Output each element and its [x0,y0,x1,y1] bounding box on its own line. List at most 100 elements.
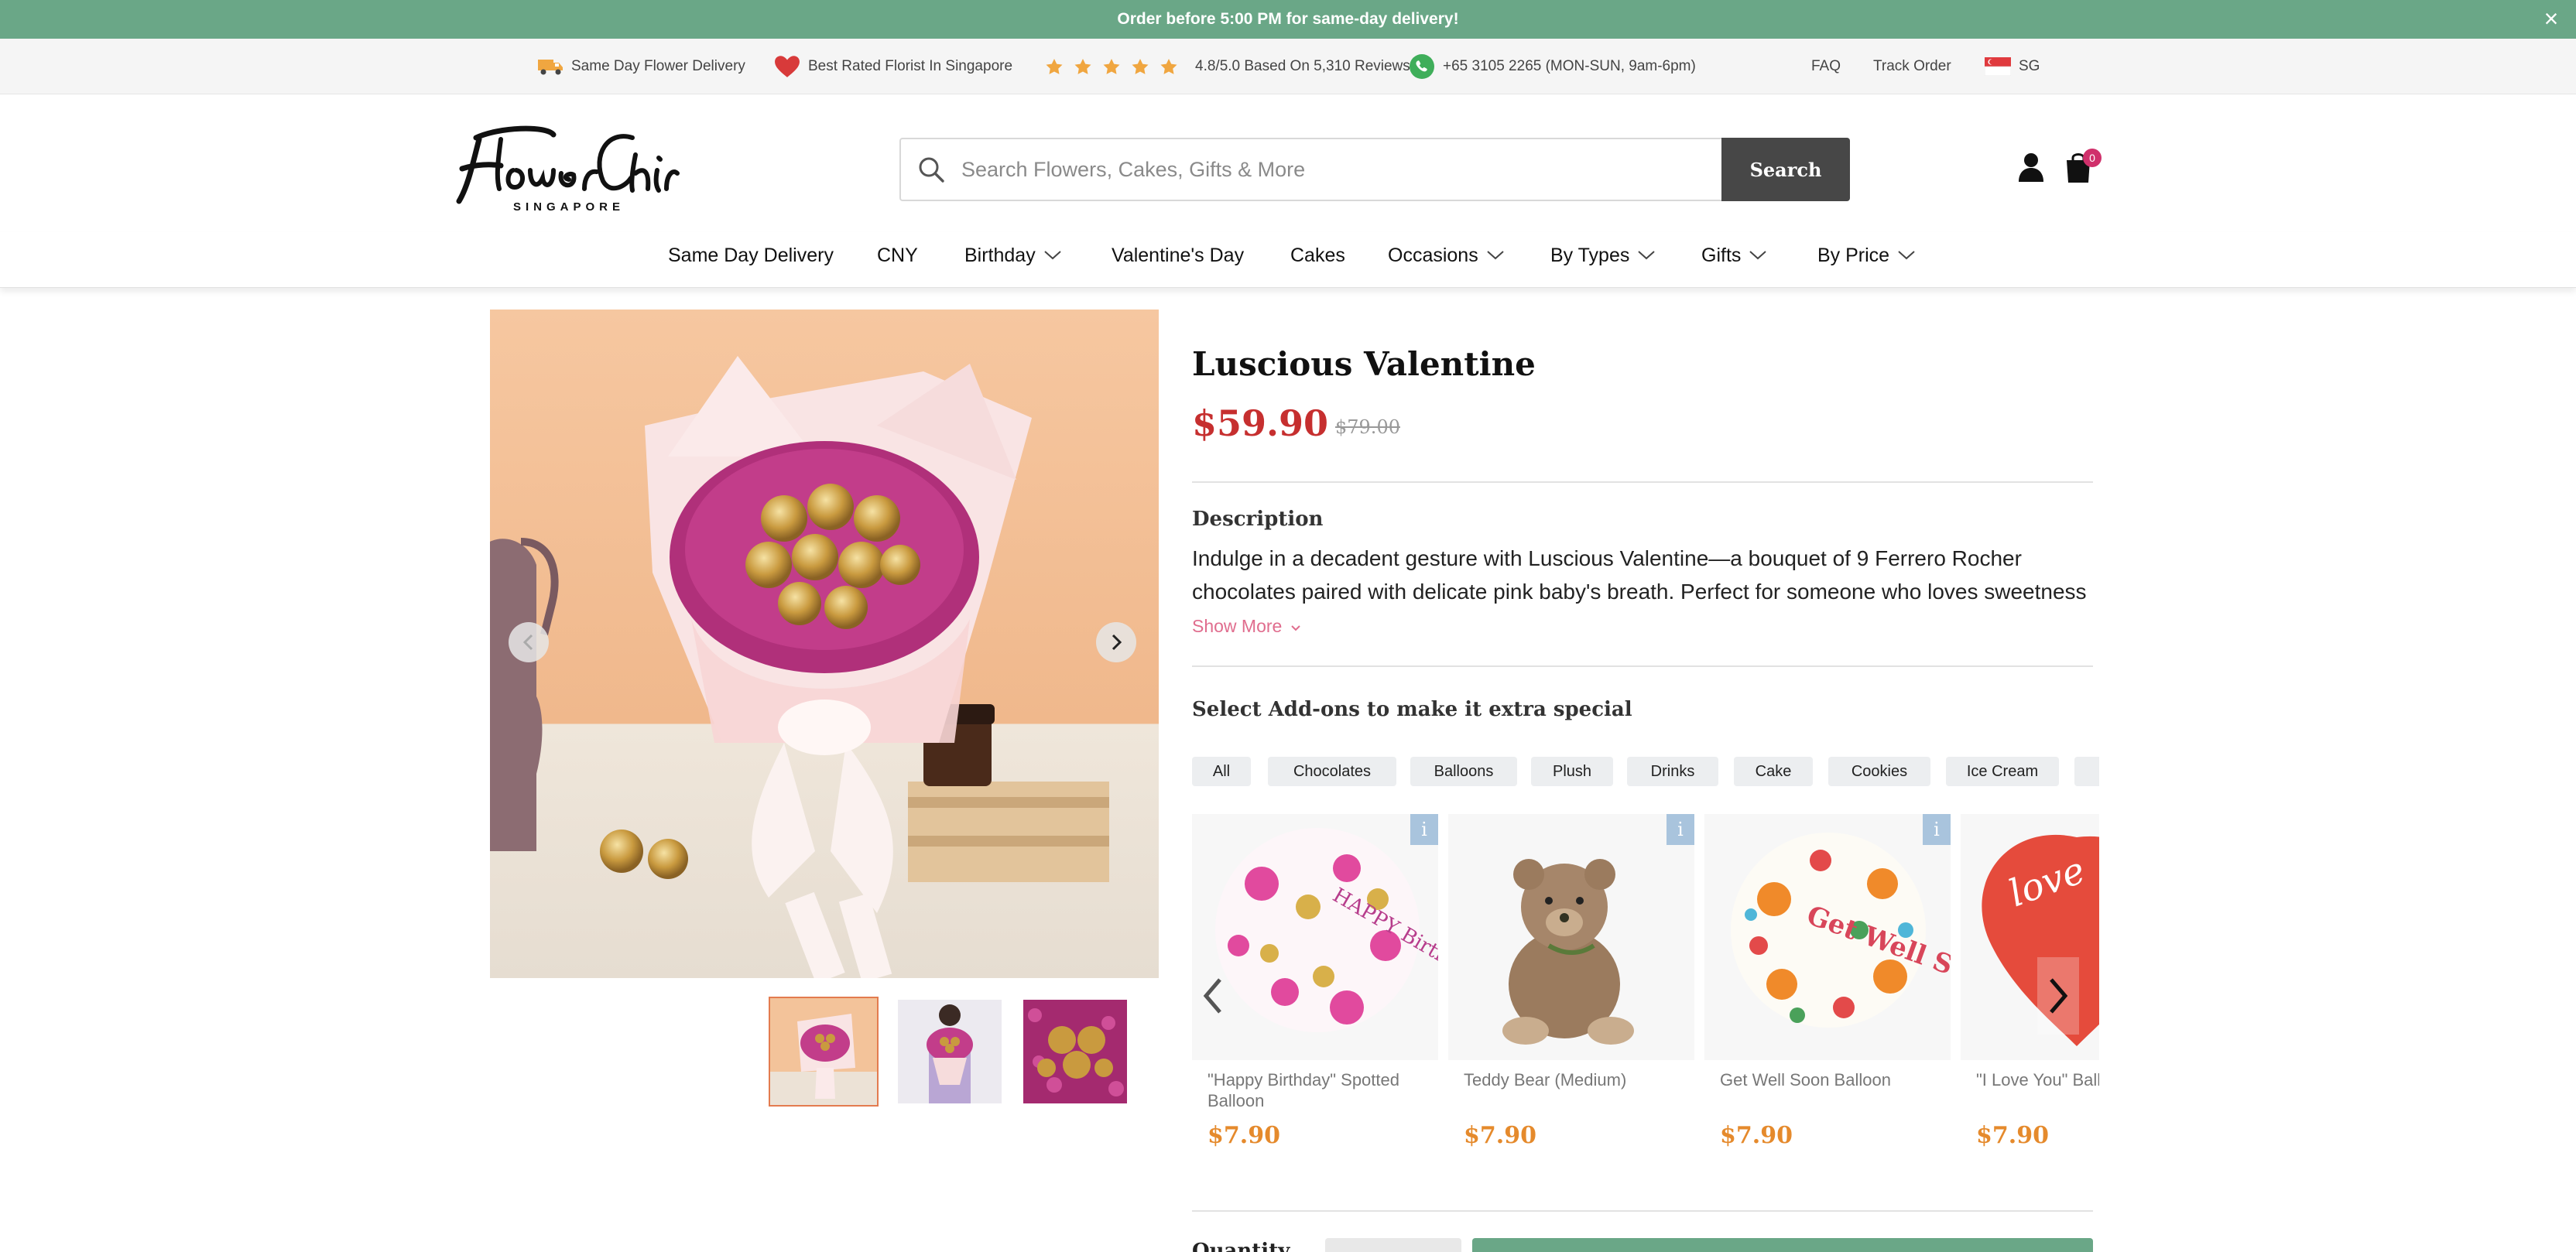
flowerchimp-logo-icon: SINGAPORE [456,125,680,214]
gallery-prev-button[interactable] [509,622,549,662]
chevron-down-icon [1291,625,1300,631]
nav-label: Same Day Delivery [668,244,834,266]
chevron-right-icon [2050,978,2068,1014]
chevron-down-icon [1749,251,1767,260]
description-heading: Description [1192,508,1324,531]
site-logo[interactable]: SINGAPORE [453,124,681,214]
nav-occasions[interactable]: Occasions [1388,232,1505,279]
divider [1192,481,2093,483]
filter-chip-all[interactable]: All [1192,757,1251,786]
description-text: Indulge in a decadent gesture with Lusci… [1192,546,2087,604]
search-icon [901,139,961,200]
rating-stars-icon [1045,58,1186,75]
addon-name: Get Well Soon Balloon [1720,1070,1891,1090]
chevron-right-icon [1112,634,1122,651]
add-to-cart-button[interactable] [1472,1238,2093,1252]
info-icon[interactable]: i [1667,814,1694,845]
delivery-text: Same Day Flower Delivery [571,58,745,74]
singapore-flag-icon [1985,57,2011,76]
search-button[interactable]: Search [1721,138,1850,201]
quantity-stepper[interactable] [1325,1238,1461,1252]
nav-label: Valentine's Day [1112,244,1245,266]
divider [1192,665,2093,667]
track-order-label: Track Order [1873,58,1951,74]
nav-label: By Types [1550,244,1630,266]
nav-cakes[interactable]: Cakes [1290,232,1345,279]
product-price: $59.90 [1192,402,1329,444]
filter-chip-ice-cream[interactable]: Ice Cream [1946,757,2059,786]
addon-name: "Happy Birthday" Spotted Balloon [1208,1070,1399,1110]
nav-by-price[interactable]: By Price [1817,232,1916,279]
addon-name: Teddy Bear (Medium) [1464,1070,1627,1090]
addon-image [1448,814,1694,1060]
addon-carousel-prev[interactable] [1192,957,1234,1035]
best-rated-info: Best Rated Florist In Singapore [774,39,1012,94]
nav-valentines-day[interactable]: Valentine's Day [1112,232,1244,279]
chevron-down-icon [1487,251,1504,260]
chevron-left-icon [522,634,533,651]
close-icon[interactable]: × [2536,3,2567,34]
divider [1192,1210,2093,1212]
cart-button[interactable]: 0 [2064,149,2102,188]
filter-chip-cookies[interactable]: Cookies [1828,757,1930,786]
nav-cny[interactable]: CNY [877,232,918,279]
filter-chip-plush[interactable]: Plush [1531,757,1613,786]
addons-heading: Select Add-ons to make it extra special [1192,698,1632,721]
info-icon[interactable]: i [1923,814,1951,845]
whatsapp-icon [1410,54,1434,79]
nav-label: CNY [877,244,918,266]
track-order-link[interactable]: Track Order [1873,39,1951,94]
nav-by-types[interactable]: By Types [1550,232,1656,279]
search-bar: Search [899,138,1850,201]
cart-count-badge: 0 [2083,149,2102,167]
info-icon[interactable]: i [1410,814,1438,845]
country-selector[interactable]: SG [1985,39,2040,94]
rating-text: 4.8/5.0 Based On 5,310 Reviews [1195,58,1410,74]
phone-info[interactable]: +65 3105 2265 (MON-SUN, 9am-6pm) [1409,39,1696,94]
show-more-label: Show More [1192,616,1283,636]
thumbnail-1[interactable] [769,997,879,1107]
main-navigation: Same Day Delivery CNY Birthday Valentine… [0,232,2576,288]
addon-carousel: HAPPY Birthday i "Happy Birthday" Spotte… [1192,814,2099,1170]
product-original-price: $79.00 [1335,416,1400,438]
thumbnail-2[interactable] [898,1000,1002,1103]
chevron-down-icon [1898,251,1915,260]
account-icon[interactable] [2017,152,2045,186]
nav-label: Cakes [1290,244,1345,266]
faq-link[interactable]: FAQ [1811,39,1841,94]
product-main-image[interactable] [490,310,1159,978]
filter-chip-more[interactable] [2074,757,2099,786]
addon-carousel-next[interactable] [2037,957,2079,1035]
nav-birthday[interactable]: Birthday [964,232,1062,279]
filter-chip-balloons[interactable]: Balloons [1410,757,1517,786]
chevron-left-icon [1203,978,1221,1014]
show-more-link[interactable]: Show More [1192,616,1301,637]
filter-chip-cake[interactable]: Cake [1734,757,1813,786]
product-title: Luscious Valentine [1192,345,1536,383]
nav-gifts[interactable]: Gifts [1701,232,1767,279]
faq-label: FAQ [1811,58,1841,74]
logo-subtitle: SINGAPORE [513,200,625,214]
nav-same-day-delivery[interactable]: Same Day Delivery [668,232,834,279]
rating-info: 4.8/5.0 Based On 5,310 Reviews [1045,39,1410,94]
gallery-next-button[interactable] [1096,622,1136,662]
country-label: SG [2019,58,2040,74]
filter-chip-chocolates[interactable]: Chocolates [1268,757,1396,786]
addon-price: $7.90 [1720,1122,1793,1149]
addon-image: Get Well Soon! [1704,814,1951,1060]
addon-price: $7.90 [1464,1122,1536,1149]
heart-icon [775,56,800,77]
filter-chip-drinks[interactable]: Drinks [1627,757,1718,786]
addon-filter-chips: All Chocolates Balloons Plush Drinks Cak… [1192,757,2099,786]
nav-label: By Price [1817,244,1890,266]
nav-label: Occasions [1388,244,1478,266]
search-input[interactable] [961,139,1721,200]
thumbnail-3[interactable] [1023,1000,1127,1103]
phone-text: +65 3105 2265 (MON-SUN, 9am-6pm) [1443,58,1696,74]
announcement-text: Order before 5:00 PM for same-day delive… [1117,10,1459,28]
info-bar: Same Day Flower Delivery Best Rated Flor… [0,39,2576,94]
chevron-down-icon [1638,251,1656,260]
addon-price: $7.90 [1208,1122,1280,1149]
florist-text: Best Rated Florist In Singapore [808,58,1013,74]
same-day-delivery-info: Same Day Flower Delivery [537,39,745,94]
